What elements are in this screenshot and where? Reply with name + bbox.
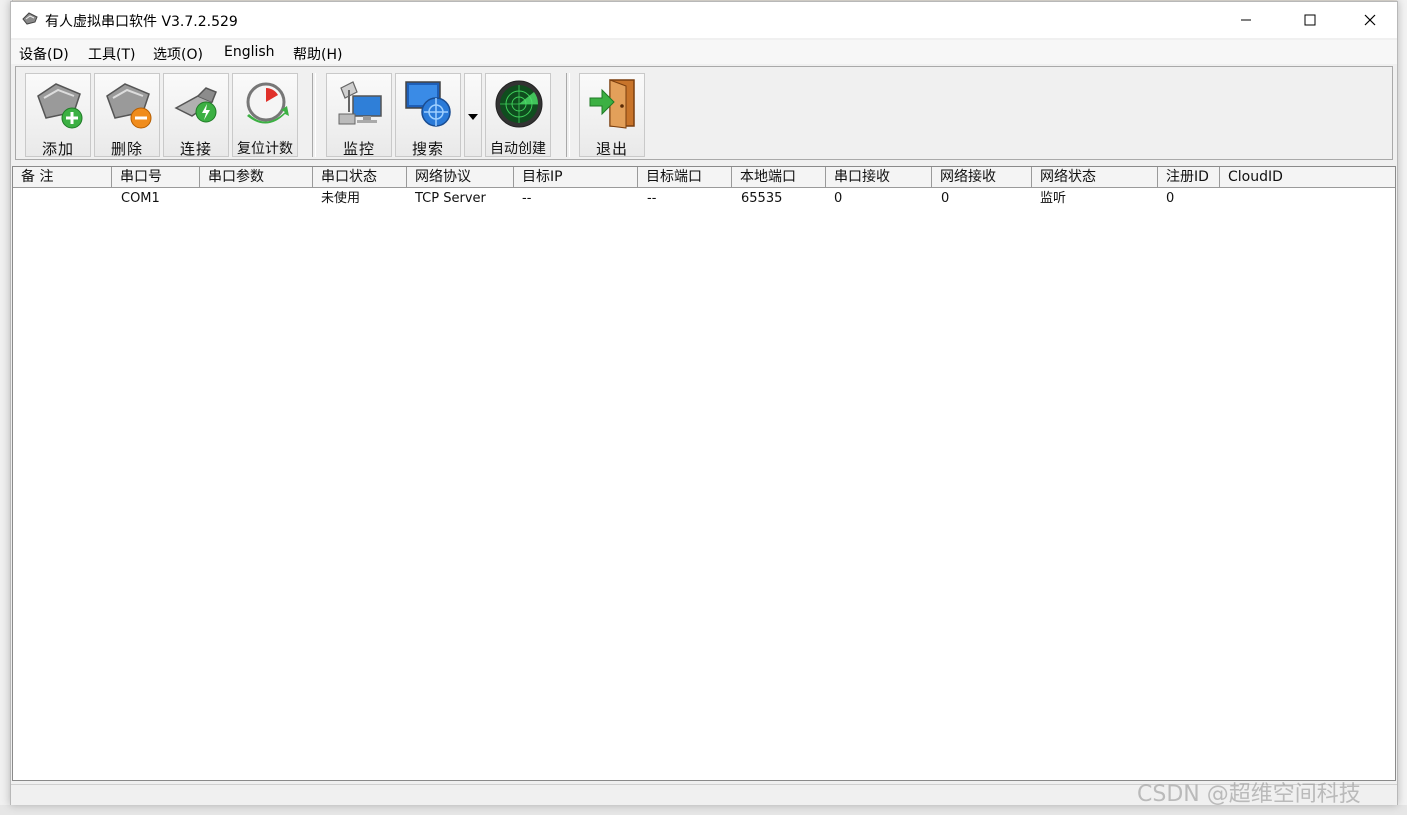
reset-count-icon bbox=[246, 82, 289, 124]
watermark: CSDN @超维空间科技 bbox=[1137, 782, 1361, 807]
app-window: 有人虚拟串口软件 V3.7.2.529 设备(D) 工具(T) 选项(O) En… bbox=[10, 1, 1398, 805]
chevron-down-icon bbox=[468, 114, 478, 120]
close-button[interactable] bbox=[1341, 2, 1399, 38]
menu-options[interactable]: 选项(O) bbox=[153, 44, 203, 64]
toolbar-separator bbox=[312, 73, 316, 157]
column-port-status[interactable]: 串口状态 bbox=[313, 167, 407, 188]
table-row[interactable]: COM1 未使用 TCP Server -- -- 65535 0 0 监听 0 bbox=[13, 189, 1393, 209]
connect-label: 连接 bbox=[179, 140, 212, 158]
exit-button[interactable]: 退出 bbox=[579, 73, 645, 158]
column-port-params[interactable]: 串口参数 bbox=[200, 167, 313, 188]
monitor-icon bbox=[338, 81, 382, 125]
minimize-icon bbox=[1241, 19, 1251, 21]
menu-bar: 设备(D) 工具(T) 选项(O) English 帮助(H) bbox=[11, 40, 1397, 64]
column-port-number[interactable]: 串口号 bbox=[112, 167, 200, 188]
column-net-status[interactable]: 网络状态 bbox=[1032, 167, 1158, 188]
cell-port-number: COM1 bbox=[121, 191, 160, 206]
cell-register-id: 0 bbox=[1166, 191, 1175, 206]
close-icon bbox=[1364, 14, 1376, 26]
serial-delete-icon bbox=[106, 83, 152, 129]
network-connect-icon bbox=[174, 87, 217, 123]
cell-local-port: 65535 bbox=[741, 191, 783, 206]
exit-door-icon bbox=[589, 79, 635, 129]
search-button[interactable]: 搜索 bbox=[395, 73, 461, 158]
auto-create-label: 自动创建 bbox=[490, 141, 546, 157]
toolbar-separator bbox=[566, 73, 570, 157]
minimize-button[interactable] bbox=[1217, 2, 1275, 38]
menu-english[interactable]: English bbox=[224, 44, 275, 60]
exit-label: 退出 bbox=[595, 140, 628, 158]
menu-device[interactable]: 设备(D) bbox=[19, 44, 69, 64]
column-local-port[interactable]: 本地端口 bbox=[732, 167, 826, 188]
search-network-icon bbox=[405, 81, 451, 127]
monitor-label: 监控 bbox=[342, 140, 375, 158]
add-button[interactable]: 添加 bbox=[25, 73, 91, 158]
window-title: 有人虚拟串口软件 V3.7.2.529 bbox=[45, 14, 238, 30]
search-label: 搜索 bbox=[411, 140, 444, 158]
list-header: 备 注 串口号 串口参数 串口状态 网络协议 目标IP 目标端口 本地端口 串口… bbox=[13, 167, 1395, 188]
column-target-ip[interactable]: 目标IP bbox=[514, 167, 638, 188]
reset-count-label: 复位计数 bbox=[237, 141, 293, 157]
title-bar[interactable]: 有人虚拟串口软件 V3.7.2.529 bbox=[11, 2, 1397, 38]
column-net-protocol[interactable]: 网络协议 bbox=[407, 167, 514, 188]
add-label: 添加 bbox=[41, 140, 74, 158]
column-serial-receive[interactable]: 串口接收 bbox=[826, 167, 932, 188]
search-dropdown-button[interactable] bbox=[464, 73, 482, 157]
cell-net-protocol: TCP Server bbox=[415, 191, 486, 206]
cell-net-receive: 0 bbox=[941, 191, 950, 206]
app-icon bbox=[22, 12, 38, 25]
serial-add-icon bbox=[37, 83, 83, 129]
cell-net-status: 监听 bbox=[1040, 191, 1067, 206]
reset-count-button[interactable]: 复位计数 bbox=[232, 73, 298, 157]
maximize-icon bbox=[1304, 14, 1316, 26]
delete-button[interactable]: 删除 bbox=[94, 73, 160, 158]
radar-icon bbox=[495, 80, 543, 128]
column-remark[interactable]: 备 注 bbox=[13, 167, 112, 188]
cell-serial-receive: 0 bbox=[834, 191, 843, 206]
column-register-id[interactable]: 注册ID bbox=[1158, 167, 1220, 188]
cell-target-ip: -- bbox=[522, 191, 532, 206]
cell-target-port: -- bbox=[647, 191, 657, 206]
monitor-button[interactable]: 监控 bbox=[326, 73, 392, 158]
column-net-receive[interactable]: 网络接收 bbox=[932, 167, 1032, 188]
column-cloud-id[interactable]: CloudID bbox=[1220, 167, 1395, 188]
column-target-port[interactable]: 目标端口 bbox=[638, 167, 732, 188]
menu-tools[interactable]: 工具(T) bbox=[88, 44, 135, 64]
maximize-button[interactable] bbox=[1281, 2, 1339, 38]
background-window-right bbox=[1397, 0, 1407, 815]
delete-label: 删除 bbox=[110, 140, 143, 158]
connect-button[interactable]: 连接 bbox=[163, 73, 229, 158]
cell-port-status: 未使用 bbox=[321, 191, 361, 206]
auto-create-button[interactable]: 自动创建 bbox=[485, 73, 551, 157]
menu-help[interactable]: 帮助(H) bbox=[293, 44, 342, 64]
toolbar: 添加 删除 连接 复位计数 监控 搜索 自动创建 退出 bbox=[15, 66, 1393, 160]
port-list[interactable]: 备 注 串口号 串口参数 串口状态 网络协议 目标IP 目标端口 本地端口 串口… bbox=[12, 166, 1396, 781]
